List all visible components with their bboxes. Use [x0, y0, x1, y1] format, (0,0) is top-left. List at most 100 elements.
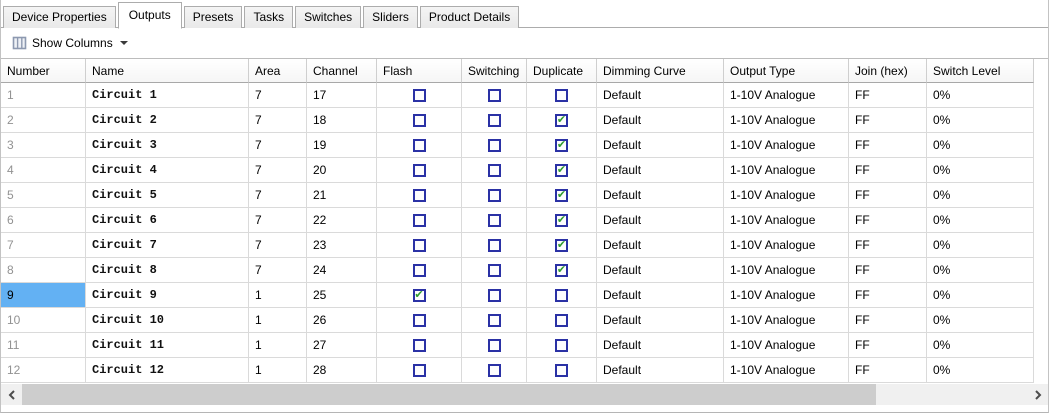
cell-duplicate[interactable]: ✔: [527, 283, 597, 308]
duplicate-checkbox[interactable]: ✔: [555, 238, 568, 252]
column-header-channel[interactable]: Channel: [307, 59, 377, 83]
cell-flash[interactable]: ✔: [377, 133, 462, 158]
cell-dimming-curve[interactable]: Default: [597, 83, 724, 108]
cell-switch-level[interactable]: 0%: [927, 108, 1034, 133]
cell-switch-level[interactable]: 0%: [927, 283, 1034, 308]
switching-checkbox[interactable]: ✔: [487, 313, 501, 327]
cell-number[interactable]: 6: [1, 208, 86, 233]
duplicate-checkbox[interactable]: ✔: [555, 188, 568, 202]
switching-checkbox[interactable]: ✔: [487, 338, 501, 352]
switching-checkbox[interactable]: ✔: [487, 288, 501, 302]
cell-channel[interactable]: 27: [307, 333, 377, 358]
cell-channel[interactable]: 20: [307, 158, 377, 183]
cell-area[interactable]: 1: [249, 333, 307, 358]
cell-dimming-curve[interactable]: Default: [597, 108, 724, 133]
cell-output-type[interactable]: 1-10V Analogue: [724, 108, 849, 133]
column-header-output-type[interactable]: Output Type: [724, 59, 849, 83]
tab-presets[interactable]: Presets: [183, 6, 243, 28]
cell-name[interactable]: Circuit 1: [86, 83, 249, 108]
cell-area[interactable]: 7: [249, 208, 307, 233]
cell-channel[interactable]: 24: [307, 258, 377, 283]
duplicate-checkbox[interactable]: ✔: [555, 263, 568, 277]
switching-checkbox[interactable]: ✔: [487, 238, 501, 252]
column-header-area[interactable]: Area: [249, 59, 307, 83]
cell-switching[interactable]: ✔: [462, 283, 527, 308]
tab-switches[interactable]: Switches: [295, 6, 362, 28]
cell-area[interactable]: 7: [249, 183, 307, 208]
horizontal-scrollbar[interactable]: [1, 384, 1048, 405]
cell-output-type[interactable]: 1-10V Analogue: [724, 333, 849, 358]
cell-flash[interactable]: ✔: [377, 358, 462, 383]
cell-name[interactable]: Circuit 10: [86, 308, 249, 333]
flash-checkbox[interactable]: ✔: [412, 88, 426, 102]
cell-flash[interactable]: ✔: [377, 233, 462, 258]
cell-channel[interactable]: 28: [307, 358, 377, 383]
cell-flash[interactable]: ✔: [377, 333, 462, 358]
switching-checkbox[interactable]: ✔: [487, 88, 501, 102]
cell-duplicate[interactable]: ✔: [527, 158, 597, 183]
cell-flash[interactable]: ✔: [377, 108, 462, 133]
cell-join-hex[interactable]: FF: [849, 358, 927, 383]
cell-number[interactable]: 9: [1, 283, 86, 308]
cell-dimming-curve[interactable]: Default: [597, 333, 724, 358]
cell-flash[interactable]: ✔: [377, 208, 462, 233]
cell-dimming-curve[interactable]: Default: [597, 133, 724, 158]
scroll-right-arrow[interactable]: [1027, 384, 1048, 405]
cell-join-hex[interactable]: FF: [849, 158, 927, 183]
cell-duplicate[interactable]: ✔: [527, 108, 597, 133]
cell-channel[interactable]: 26: [307, 308, 377, 333]
cell-output-type[interactable]: 1-10V Analogue: [724, 133, 849, 158]
switching-checkbox[interactable]: ✔: [487, 188, 501, 202]
tab-product-details[interactable]: Product Details: [419, 6, 520, 28]
tab-outputs[interactable]: Outputs: [117, 2, 182, 29]
show-columns-button[interactable]: Show Columns: [5, 32, 135, 54]
cell-area[interactable]: 1: [249, 283, 307, 308]
cell-number[interactable]: 12: [1, 358, 86, 383]
cell-channel[interactable]: 19: [307, 133, 377, 158]
flash-checkbox[interactable]: ✔: [412, 163, 426, 177]
duplicate-checkbox[interactable]: ✔: [555, 113, 568, 127]
cell-join-hex[interactable]: FF: [849, 308, 927, 333]
cell-channel[interactable]: 23: [307, 233, 377, 258]
cell-dimming-curve[interactable]: Default: [597, 258, 724, 283]
cell-name[interactable]: Circuit 5: [86, 183, 249, 208]
column-header-number[interactable]: Number: [1, 59, 86, 83]
flash-checkbox[interactable]: ✔: [412, 213, 426, 227]
cell-switching[interactable]: ✔: [462, 208, 527, 233]
flash-checkbox[interactable]: ✔: [412, 113, 426, 127]
cell-join-hex[interactable]: FF: [849, 233, 927, 258]
flash-checkbox[interactable]: ✔: [412, 338, 426, 352]
cell-name[interactable]: Circuit 12: [86, 358, 249, 383]
cell-flash[interactable]: ✔: [377, 158, 462, 183]
cell-switch-level[interactable]: 0%: [927, 208, 1034, 233]
cell-switching[interactable]: ✔: [462, 158, 527, 183]
cell-switch-level[interactable]: 0%: [927, 83, 1034, 108]
cell-dimming-curve[interactable]: Default: [597, 308, 724, 333]
cell-join-hex[interactable]: FF: [849, 258, 927, 283]
switching-checkbox[interactable]: ✔: [487, 213, 501, 227]
cell-duplicate[interactable]: ✔: [527, 233, 597, 258]
cell-join-hex[interactable]: FF: [849, 183, 927, 208]
cell-name[interactable]: Circuit 3: [86, 133, 249, 158]
cell-area[interactable]: 7: [249, 233, 307, 258]
column-header-join-hex[interactable]: Join (hex): [849, 59, 927, 83]
column-header-duplicate[interactable]: Duplicate: [527, 59, 597, 83]
cell-number[interactable]: 8: [1, 258, 86, 283]
cell-number[interactable]: 7: [1, 233, 86, 258]
cell-number[interactable]: 11: [1, 333, 86, 358]
cell-switch-level[interactable]: 0%: [927, 233, 1034, 258]
cell-switch-level[interactable]: 0%: [927, 183, 1034, 208]
column-header-name[interactable]: Name: [86, 59, 249, 83]
cell-join-hex[interactable]: FF: [849, 133, 927, 158]
cell-channel[interactable]: 18: [307, 108, 377, 133]
tab-device-properties[interactable]: Device Properties: [3, 6, 116, 28]
cell-switching[interactable]: ✔: [462, 133, 527, 158]
cell-channel[interactable]: 17: [307, 83, 377, 108]
cell-output-type[interactable]: 1-10V Analogue: [724, 358, 849, 383]
cell-number[interactable]: 10: [1, 308, 86, 333]
cell-duplicate[interactable]: ✔: [527, 83, 597, 108]
cell-output-type[interactable]: 1-10V Analogue: [724, 183, 849, 208]
cell-switching[interactable]: ✔: [462, 183, 527, 208]
switching-checkbox[interactable]: ✔: [487, 263, 501, 277]
switching-checkbox[interactable]: ✔: [487, 138, 501, 152]
